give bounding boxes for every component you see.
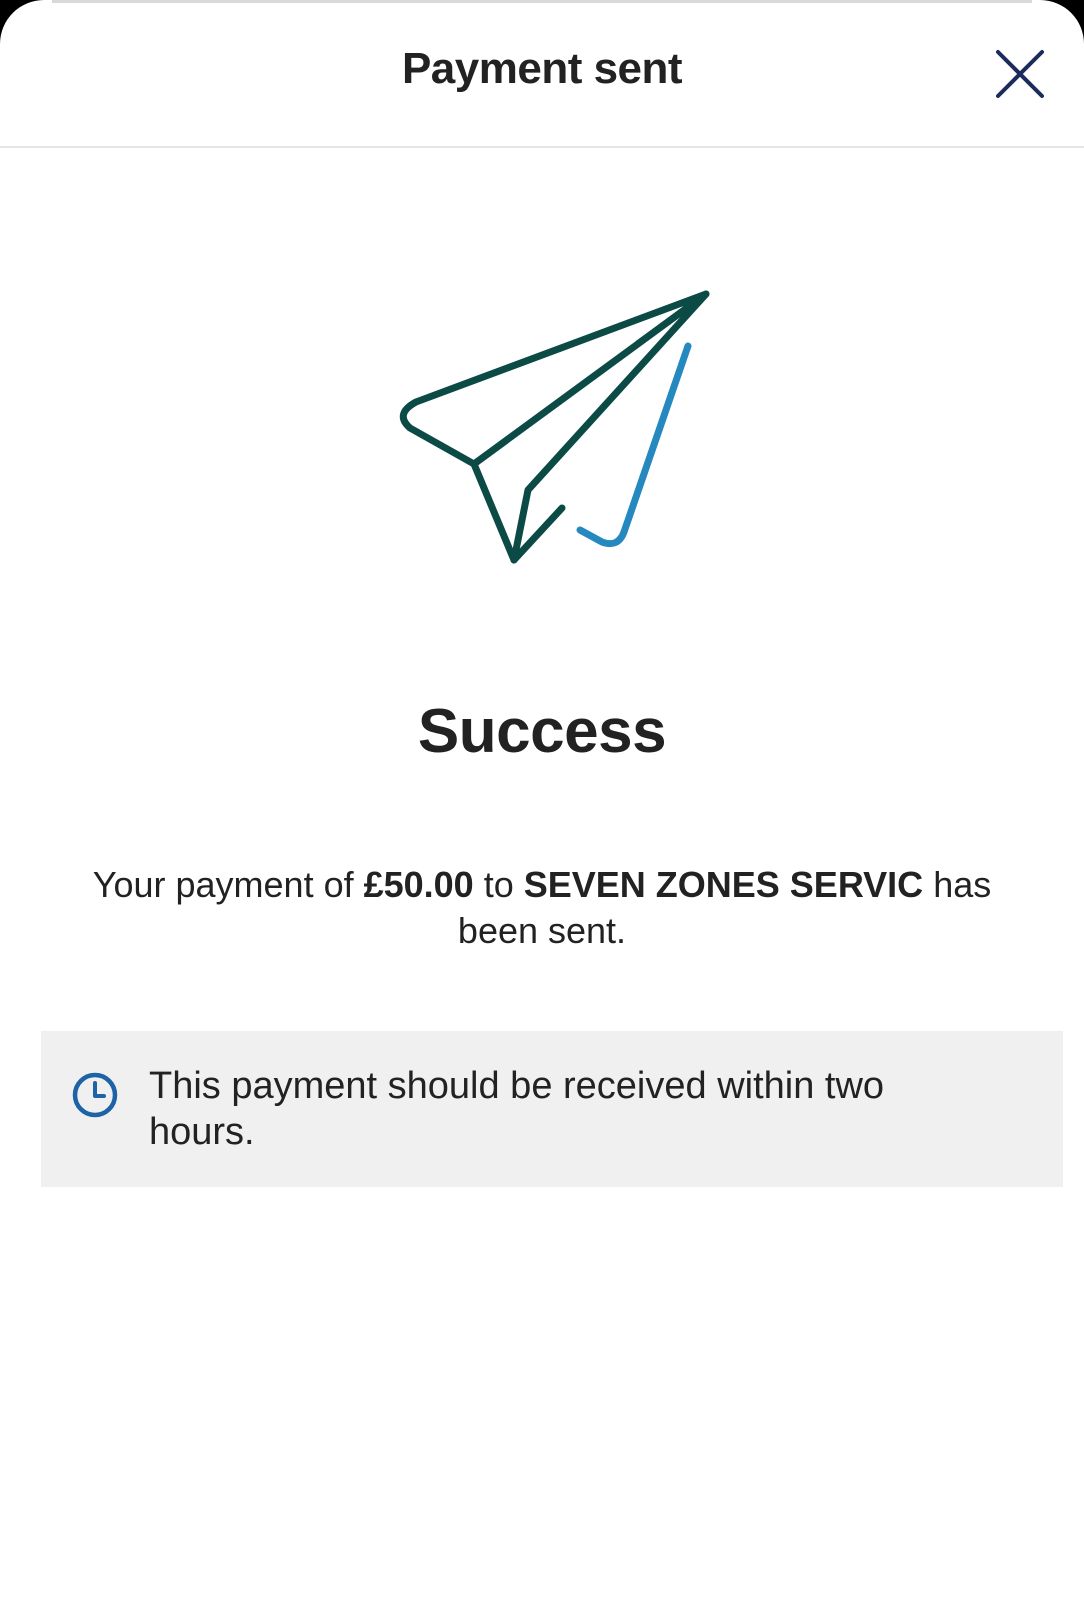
message-mid: to (473, 864, 524, 905)
close-button[interactable] (992, 46, 1048, 102)
delivery-info-text: This payment should be received within t… (149, 1065, 885, 1153)
payment-sent-sheet: Payment sent Success Your payment of £50… (0, 0, 1084, 1600)
clock-icon (72, 1072, 118, 1118)
close-icon (996, 50, 1044, 98)
sheet-header: Payment sent (0, 0, 1084, 148)
payment-confirmation-message: Your payment of £50.00 to SEVEN ZONES SE… (60, 862, 1024, 954)
message-prefix: Your payment of (92, 864, 364, 905)
payment-amount: £50.00 (363, 864, 474, 905)
payee-name: SEVEN ZONES SERVIC (523, 864, 924, 905)
paper-plane-icon (399, 290, 710, 564)
success-heading: Success (417, 697, 667, 766)
paper-plane-illustration (380, 278, 720, 588)
delivery-info-box: This payment should be received within t… (41, 1031, 1063, 1187)
page-title: Payment sent (401, 44, 683, 93)
